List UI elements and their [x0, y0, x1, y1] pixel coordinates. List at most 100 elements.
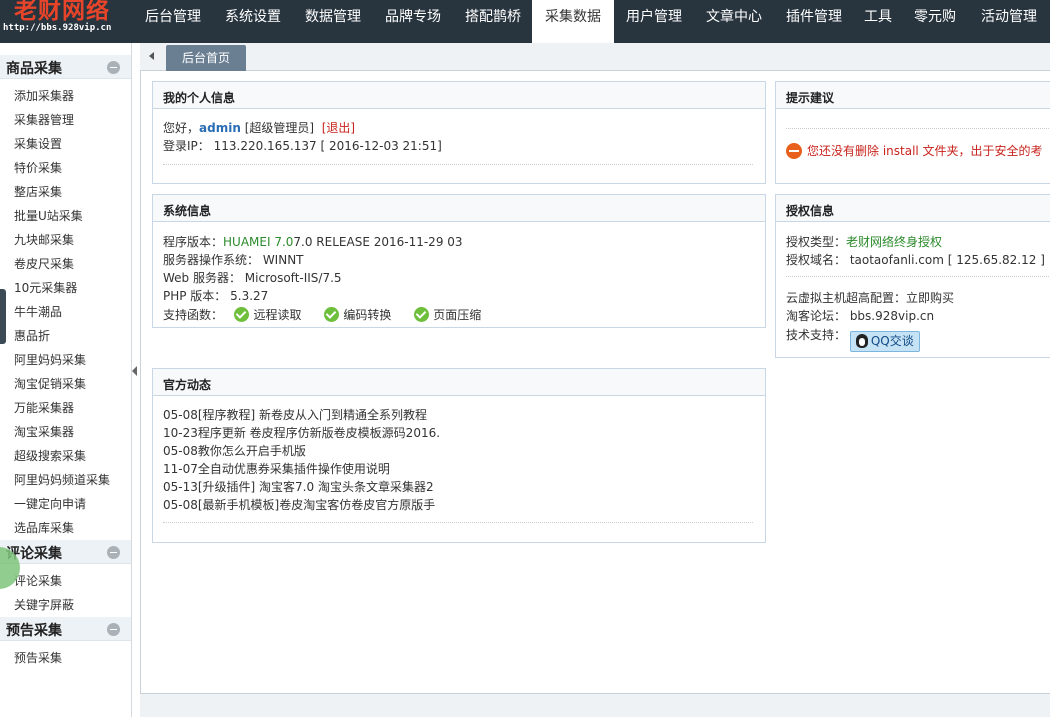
drag-handle[interactable] — [0, 289, 6, 344]
nav-item-article-center[interactable]: 文章中心 — [694, 0, 774, 43]
sidebar-item-preview-collect[interactable]: 预告采集 — [14, 649, 124, 666]
news-item[interactable]: 05-08[最新手机模板]卷皮淘宝客仿卷皮官方原版手 — [163, 496, 435, 513]
tips-panel: 提示建议 您还没有删除 install 文件夹，出于安全的考 — [775, 81, 1050, 184]
news-panel: 官方动态 05-08[程序教程] 新卷皮从入门到精通全系列教程 10-23程序更… — [152, 368, 766, 543]
main-content: 我的个人信息 您好，admin [超级管理员] [退出] 登录IP： 113.2… — [140, 71, 1050, 694]
sidebar-item-batch-u-site[interactable]: 批量U站采集 — [14, 207, 124, 224]
functions-label: 支持函数： — [163, 308, 224, 322]
nav-item-zero-purchase[interactable]: 零元购 — [902, 0, 968, 43]
sidebar-item-whole-store[interactable]: 整店采集 — [14, 183, 124, 200]
username: admin — [199, 121, 241, 135]
panel-header: 提示建议 — [776, 82, 1050, 109]
nav-item-admin-home[interactable]: 后台管理 — [133, 0, 213, 43]
check-icon — [234, 307, 250, 322]
sidebar-splitter[interactable] — [132, 43, 140, 717]
sidebar-item-niuniu[interactable]: 牛牛潮品 — [14, 303, 124, 320]
news-item[interactable]: 05-13[升级插件] 淘宝客7.0 淘宝头条文章采集器2 — [163, 478, 434, 495]
sidebar-item-taobao-collector[interactable]: 淘宝采集器 — [14, 423, 124, 440]
functions-row: 支持函数： 远程读取 编码转换 页面压缩 — [163, 306, 481, 323]
check-icon — [324, 307, 340, 322]
login-ip-label: 登录IP： — [163, 139, 210, 153]
collapse-icon[interactable] — [107, 61, 120, 74]
sidebar-group-preview-collect[interactable]: 预告采集 — [0, 617, 131, 641]
divider — [163, 164, 753, 165]
logo-brand: 老财网络 — [14, 0, 110, 24]
divider — [163, 522, 753, 523]
tab-admin-home[interactable]: 后台首页 — [166, 45, 246, 71]
sidebar: 商品采集 添加采集器 采集器管理 采集设置 特价采集 整店采集 批量U站采集 九… — [0, 43, 132, 717]
panel-title: 提示建议 — [786, 91, 835, 105]
nav-item-data-management[interactable]: 数据管理 — [293, 0, 373, 43]
logo-url: http://bbs.928vip.cn — [3, 23, 112, 33]
nav-item-tools[interactable]: 工具 — [854, 0, 902, 43]
panel-title: 我的个人信息 — [163, 91, 236, 105]
os-row: 服务器操作系统： WINNT — [163, 253, 304, 267]
news-item[interactable]: 05-08[程序教程] 新卷皮从入门到精通全系列教程 — [163, 406, 427, 423]
nav-item-brand-zone[interactable]: 品牌专场 — [373, 0, 453, 43]
panel-header: 系统信息 — [153, 195, 765, 222]
sidebar-item-add-collector[interactable]: 添加采集器 — [14, 87, 124, 104]
warning-icon — [786, 143, 802, 159]
sidebar-item-keyword-block[interactable]: 关键字屏蔽 — [14, 596, 124, 613]
license-type-row: 授权类型：老财网络终身授权 — [786, 233, 942, 250]
panel-title: 系统信息 — [163, 204, 212, 218]
personal-info-panel: 我的个人信息 您好，admin [超级管理员] [退出] 登录IP： 113.2… — [152, 81, 766, 184]
sidebar-item-taobao-promo[interactable]: 淘宝促销采集 — [14, 375, 124, 392]
sidebar-item-alimama[interactable]: 阿里妈妈采集 — [14, 351, 124, 368]
license-type-value: 老财网络终身授权 — [846, 235, 943, 249]
sidebar-item-special-price[interactable]: 特价采集 — [14, 159, 124, 176]
sidebar-group-comment-collect[interactable]: 评论采集 — [0, 540, 131, 564]
license-type-label: 授权类型： — [786, 235, 847, 249]
sidebar-group-product-collect[interactable]: 商品采集 — [0, 55, 131, 79]
version-rest: 7.0 RELEASE 2016-11-29 03 — [293, 235, 463, 249]
panel-header: 官方动态 — [153, 369, 765, 396]
collapse-icon[interactable] — [107, 623, 120, 636]
logo[interactable]: 老财网络 http://bbs.928vip.cn — [0, 0, 133, 43]
version-label: 程序版本： — [163, 235, 224, 249]
nav-item-plugin-management[interactable]: 插件管理 — [774, 0, 854, 43]
sidebar-item-collector-management[interactable]: 采集器管理 — [14, 111, 124, 128]
sidebar-item-jiukuaiyou[interactable]: 九块邮采集 — [14, 231, 124, 248]
function-remote-read: 远程读取 — [253, 308, 302, 322]
buy-now-link[interactable]: 立即购买 — [906, 291, 954, 305]
news-item[interactable]: 10-23程序更新 卷皮程序仿新版卷皮模板源码2016. — [163, 424, 440, 441]
collapse-icon[interactable] — [107, 546, 120, 559]
sidebar-item-juanpi[interactable]: 卷皮尺采集 — [14, 255, 124, 272]
nav-item-user-management[interactable]: 用户管理 — [614, 0, 694, 43]
bottom-strip — [140, 694, 1050, 717]
php-version-row: PHP 版本： 5.3.27 — [163, 289, 269, 303]
sidebar-item-one-click-apply[interactable]: 一键定向申请 — [14, 495, 124, 512]
sidebar-item-alimama-channel[interactable]: 阿里妈妈频道采集 — [14, 471, 124, 488]
tab-back-icon[interactable] — [149, 52, 154, 60]
system-info-panel: 系统信息 程序版本：HUAMEI 7.07.0 RELEASE 2016-11-… — [152, 194, 766, 328]
nav-item-activity-management[interactable]: 活动管理 — [968, 0, 1050, 43]
news-item[interactable]: 11-07全自动优惠券采集插件操作使用说明 — [163, 460, 390, 477]
nav-item-collect-data[interactable]: 采集数据 — [532, 0, 614, 43]
nav-item-system-settings[interactable]: 系统设置 — [213, 0, 293, 43]
support-label: 技术支持： — [786, 328, 847, 342]
logout-link[interactable]: [退出] — [322, 121, 355, 135]
sidebar-item-10-yuan[interactable]: 10元采集器 — [14, 279, 124, 296]
collapse-left-icon[interactable] — [132, 366, 137, 376]
function-compression: 页面压缩 — [433, 308, 482, 322]
sidebar-item-selection-library[interactable]: 选品库采集 — [14, 519, 124, 536]
login-ip-value: 113.220.165.137 [ 2016-12-03 21:51] — [213, 139, 442, 153]
license-domain-row: 授权域名： taotaofanli.com [ 125.65.82.12 ] — [786, 253, 1045, 267]
check-icon — [414, 307, 430, 322]
greeting-text: 您好， — [163, 121, 200, 135]
sidebar-item-super-search[interactable]: 超级搜索采集 — [14, 447, 124, 464]
panel-header: 我的个人信息 — [153, 82, 765, 109]
sidebar-item-universal[interactable]: 万能采集器 — [14, 399, 124, 416]
user-role: [超级管理员] — [244, 121, 315, 135]
sidebar-item-huipinzhe[interactable]: 惠品折 — [14, 327, 124, 344]
nav-item-matching[interactable]: 搭配鹊桥 — [453, 0, 533, 43]
warning-row: 您还没有删除 install 文件夹，出于安全的考 — [786, 142, 1043, 159]
qq-chat-label: QQ交谈 — [870, 334, 914, 348]
sidebar-item-comment-collect[interactable]: 评论采集 — [14, 572, 124, 589]
sidebar-group-title: 预告采集 — [6, 623, 62, 639]
qq-chat-button[interactable]: QQ交谈 — [849, 331, 920, 352]
panel-title: 官方动态 — [163, 378, 212, 392]
sidebar-item-collect-settings[interactable]: 采集设置 — [14, 135, 124, 152]
news-item[interactable]: 05-08教你怎么开启手机版 — [163, 442, 306, 459]
version-highlight: HUAMEI 7.0 — [223, 235, 294, 249]
